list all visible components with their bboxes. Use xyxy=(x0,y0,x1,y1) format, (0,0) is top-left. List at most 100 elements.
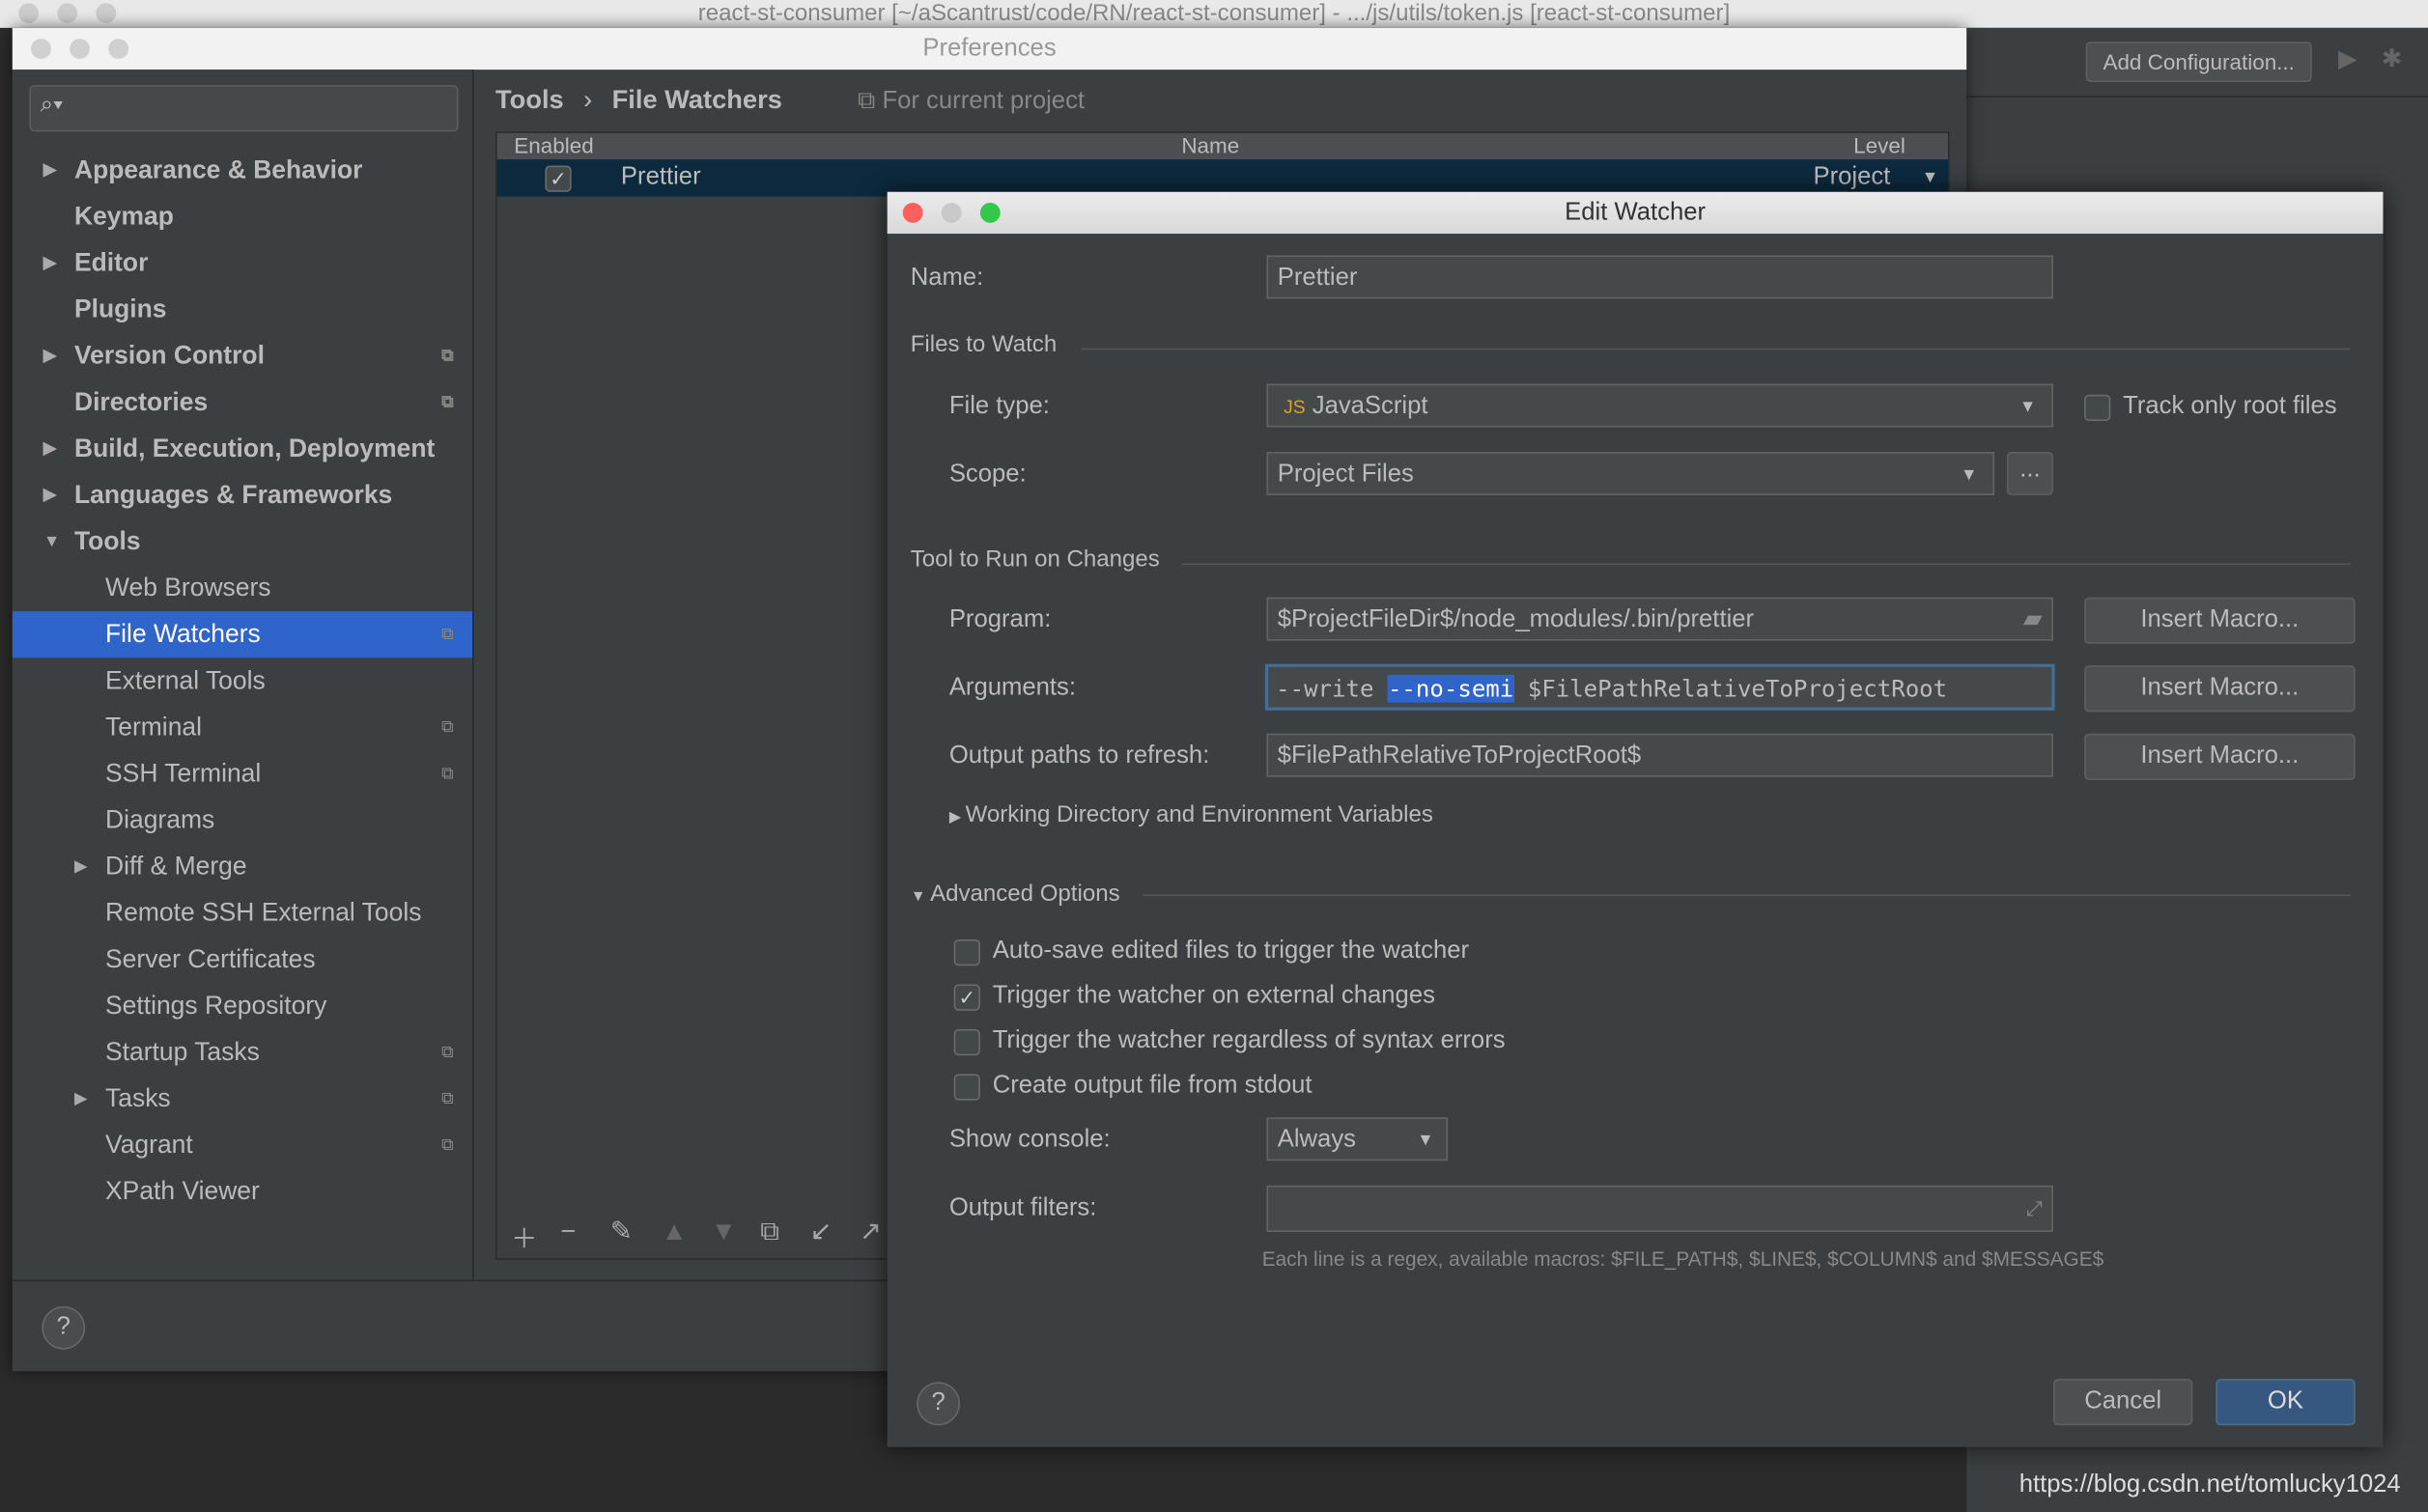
collapsed-arrow-icon[interactable]: ▶ xyxy=(43,147,57,193)
dialog-help-button[interactable]: ? xyxy=(917,1382,961,1426)
sidebar-item-tools[interactable]: ▼ Tools xyxy=(13,518,472,565)
sidebar-item-server-certificates[interactable]: Server Certificates xyxy=(13,937,472,983)
run-icon[interactable]: ▶ xyxy=(2338,43,2357,74)
collapsed-arrow-icon[interactable]: ▶ xyxy=(43,472,57,518)
collapsed-arrow-icon[interactable]: ▶ xyxy=(43,239,57,286)
sidebar-item-diff-merge[interactable]: ▶ Diff & Merge xyxy=(13,844,472,890)
option-checkbox[interactable]: ✓ xyxy=(953,984,980,1011)
column-name[interactable]: Name xyxy=(1181,133,1239,159)
ok-button[interactable]: OK xyxy=(2216,1379,2356,1426)
program-input[interactable]: $ProjectFileDir$/node_modules/.bin/prett… xyxy=(1266,597,2053,641)
move-down-icon[interactable]: ▼ xyxy=(711,1217,737,1247)
copy-icon[interactable]: ⧉ xyxy=(760,1217,778,1247)
pref-help-button[interactable]: ? xyxy=(42,1305,86,1350)
enabled-checkbox[interactable]: ✓ xyxy=(545,165,572,192)
scope-select[interactable]: Project Files ▼ xyxy=(1266,452,1995,495)
sidebar-item-build-execution-deployment[interactable]: ▶ Build, Execution, Deployment xyxy=(13,426,472,472)
sidebar-item-xpath-viewer[interactable]: XPath Viewer xyxy=(13,1168,472,1215)
working-dir-toggle[interactable]: ▶ Working Directory and Environment Vari… xyxy=(949,801,1433,827)
sidebar-item-version-control[interactable]: ▶ Version Control ⧉ xyxy=(13,333,472,379)
sidebar-item-directories[interactable]: Directories ⧉ xyxy=(13,379,472,426)
pref-close-button[interactable] xyxy=(31,39,51,59)
add-configuration-button[interactable]: Add Configuration... xyxy=(2085,42,2312,82)
pref-minimize-button[interactable] xyxy=(70,39,90,59)
output-filters-hint: Each line is a regex, available macros: … xyxy=(1261,1246,2104,1271)
sidebar-item-ssh-terminal[interactable]: SSH Terminal ⧉ xyxy=(13,750,472,797)
option-label: Auto-save edited files to trigger the wa… xyxy=(992,938,1470,965)
sidebar-item-settings-repository[interactable]: Settings Repository xyxy=(13,983,472,1029)
arguments-insert-macro-button[interactable]: Insert Macro... xyxy=(2084,665,2356,713)
chevron-down-icon: ▼ xyxy=(1417,1131,1434,1150)
expand-icon: ⤢ xyxy=(2026,1196,2043,1220)
add-icon[interactable]: ＋ xyxy=(511,1217,537,1255)
edit-watcher-dialog: Edit Watcher Name: Prettier Files to Wat… xyxy=(887,191,2384,1447)
sidebar-item-keymap[interactable]: Keymap xyxy=(13,193,472,239)
name-label: Name: xyxy=(910,265,984,292)
sidebar-item-languages-frameworks[interactable]: ▶ Languages & Frameworks xyxy=(13,472,472,518)
cancel-button[interactable]: Cancel xyxy=(2052,1379,2193,1426)
option-label: Trigger the watcher regardless of syntax… xyxy=(992,1027,1506,1054)
import-icon[interactable]: ↙ xyxy=(810,1217,833,1247)
sidebar-item-external-tools[interactable]: External Tools xyxy=(13,658,472,704)
collapsed-arrow-icon[interactable]: ▶ xyxy=(43,426,57,472)
option-checkbox[interactable] xyxy=(953,1028,980,1056)
scope-browse-button[interactable]: ... xyxy=(2006,452,2053,495)
move-up-icon[interactable]: ▲ xyxy=(662,1217,688,1247)
dialog-minimize-button[interactable] xyxy=(941,202,962,223)
sidebar-item-plugins[interactable]: Plugins xyxy=(13,287,472,333)
dialog-zoom-button[interactable] xyxy=(979,202,1001,223)
track-root-checkbox[interactable] xyxy=(2084,394,2111,421)
sidebar-item-diagrams[interactable]: Diagrams xyxy=(13,797,472,843)
option-checkbox[interactable] xyxy=(953,1074,980,1101)
sidebar-item-label: Languages & Frameworks xyxy=(73,481,393,510)
output-insert-macro-button[interactable]: Insert Macro... xyxy=(2084,733,2356,780)
watermark: https://blog.csdn.net/tomlucky1024 xyxy=(2019,1471,2401,1498)
sidebar-item-web-browsers[interactable]: Web Browsers xyxy=(13,565,472,611)
column-level[interactable]: Level xyxy=(1853,133,1906,159)
output-paths-input[interactable]: $FilePathRelativeToProjectRoot$ xyxy=(1266,733,2053,777)
edit-icon[interactable]: ✎ xyxy=(610,1217,633,1247)
breadcrumb-parent[interactable]: Tools xyxy=(495,85,564,114)
program-insert-macro-button[interactable]: Insert Macro... xyxy=(2084,597,2356,644)
tool-section: Tool to Run on Changes xyxy=(910,546,1160,574)
settings-search-input[interactable]: ⌕▾ xyxy=(29,85,459,132)
debug-icon[interactable]: ✱ xyxy=(2382,43,2402,74)
collapsed-arrow-icon[interactable]: ▶ xyxy=(74,844,88,890)
javascript-file-icon: JS xyxy=(1284,396,1306,418)
option-checkbox[interactable] xyxy=(953,938,980,966)
sidebar-item-file-watchers[interactable]: File Watchers ⧉ xyxy=(12,611,473,658)
arguments-input[interactable]: --write --no-semi $FilePathRelativeToPro… xyxy=(1264,663,2055,711)
remove-icon[interactable]: − xyxy=(560,1217,576,1247)
table-header: Enabled Name Level xyxy=(496,132,1948,160)
ide-close-button[interactable] xyxy=(18,3,40,24)
sidebar-item-editor[interactable]: ▶ Editor xyxy=(13,239,472,286)
collapsed-arrow-icon[interactable]: ▶ xyxy=(74,1076,88,1122)
sidebar-item-vagrant[interactable]: Vagrant ⧉ xyxy=(13,1122,472,1168)
column-enabled[interactable]: Enabled xyxy=(514,133,593,159)
sidebar-item-startup-tasks[interactable]: Startup Tasks ⧉ xyxy=(13,1029,472,1076)
show-console-select[interactable]: Always ▼ xyxy=(1266,1117,1449,1162)
sidebar-item-remote-ssh-external-tools[interactable]: Remote SSH External Tools xyxy=(13,890,472,937)
file-type-select[interactable]: JS JavaScript ▼ xyxy=(1266,383,2053,428)
sidebar-item-terminal[interactable]: Terminal ⧉ xyxy=(13,704,472,750)
watcher-name: Prettier xyxy=(620,163,701,191)
collapsed-arrow-icon[interactable]: ▶ xyxy=(43,333,57,379)
output-filters-input[interactable]: ⤢ xyxy=(1266,1185,2053,1232)
ide-minimize-button[interactable] xyxy=(57,3,78,24)
sidebar-item-label: Settings Repository xyxy=(105,992,327,1021)
advanced-options-toggle[interactable]: ▼ Advanced Options xyxy=(911,881,1120,907)
ide-zoom-button[interactable] xyxy=(96,3,117,24)
search-icon: ⌕▾ xyxy=(40,91,64,118)
export-icon[interactable]: ↗ xyxy=(860,1217,882,1247)
pref-zoom-button[interactable] xyxy=(108,39,129,59)
expanded-arrow-icon[interactable]: ▼ xyxy=(43,518,60,565)
ide-title: react-st-consumer [~/aScantrust/code/RN/… xyxy=(697,0,1731,27)
chevron-down-icon: ▼ xyxy=(2019,397,2037,417)
folder-icon: ▰ xyxy=(2023,606,2043,633)
sidebar-item-tasks[interactable]: ▶ Tasks ⧉ xyxy=(13,1076,472,1122)
dialog-close-button[interactable] xyxy=(902,202,923,223)
arguments-label: Arguments: xyxy=(948,674,1076,702)
name-input[interactable]: Prettier xyxy=(1266,255,2053,299)
project-scope-icon: ⧉ xyxy=(441,625,454,644)
sidebar-item-appearance-behavior[interactable]: ▶ Appearance & Behavior xyxy=(13,147,472,193)
